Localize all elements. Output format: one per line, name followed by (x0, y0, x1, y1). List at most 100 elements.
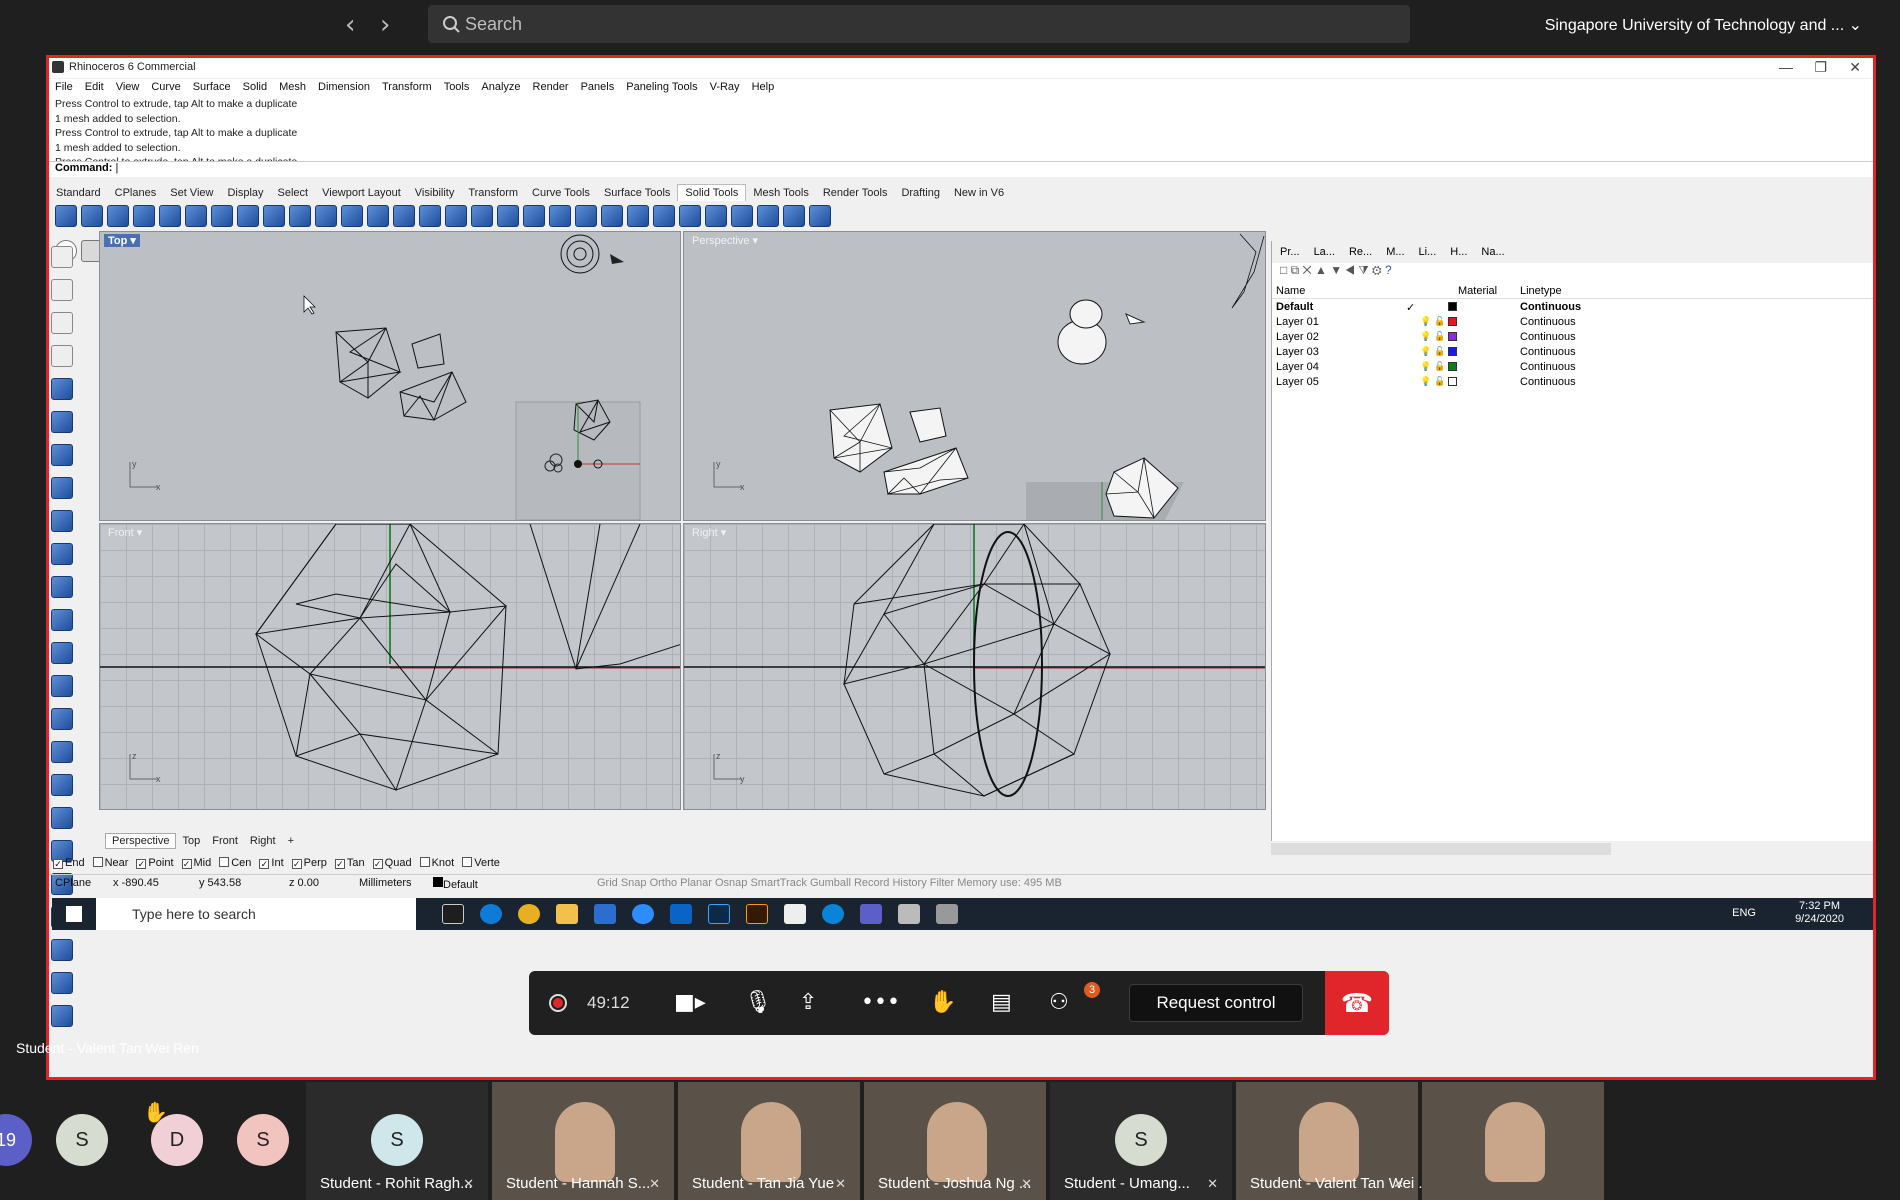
participant-tile[interactable]: Student - Joshua Ng ... ✕ (864, 1082, 1046, 1200)
left-tool-icon[interactable] (51, 972, 73, 994)
layer-row[interactable]: Layer 02 💡 🔓 Continuous (1272, 329, 1873, 344)
checkbox-icon[interactable] (219, 857, 230, 867)
menu-item[interactable]: Tools (444, 81, 470, 93)
checkbox-icon[interactable]: ✓ (334, 859, 345, 869)
solid-tool-icon[interactable] (497, 205, 519, 227)
viewport-tab[interactable]: Top (176, 834, 206, 848)
participant-tile[interactable]: Student - Hannah S... ✕ (492, 1082, 674, 1200)
solid-tool-icon[interactable] (393, 205, 415, 227)
outlook-icon[interactable] (670, 904, 692, 924)
status-layer[interactable]: Default (433, 877, 478, 891)
layer-color-swatch[interactable] (1448, 332, 1457, 341)
solid-tool-icon[interactable] (55, 205, 77, 227)
menu-item[interactable]: File (55, 81, 73, 93)
left-tool-icon[interactable] (51, 477, 73, 499)
left-tool-icon[interactable] (51, 444, 73, 466)
checkbox-icon[interactable]: ✓ (136, 859, 147, 869)
left-tool-icon[interactable] (51, 774, 73, 796)
org-switcher[interactable]: Singapore University of Technology and .… (1545, 15, 1862, 35)
left-tool-icon[interactable] (51, 378, 73, 400)
left-tool-icon[interactable] (51, 609, 73, 631)
left-tool-icon[interactable] (51, 642, 73, 664)
participant-count[interactable]: 19 (0, 1114, 32, 1166)
lightbulb-icon[interactable]: 💡 (1420, 346, 1431, 357)
toolbar-tab[interactable]: Viewport Layout (315, 185, 408, 201)
forward-arrow-icon[interactable]: › (380, 10, 390, 40)
delete-icon[interactable]: ✕ (1303, 263, 1312, 277)
toolbar-tab[interactable]: Solid Tools (677, 184, 747, 201)
participant-tile[interactable] (1422, 1082, 1604, 1200)
osnap-cen[interactable]: Cen (219, 857, 251, 869)
new-sublayer-icon[interactable]: ⧉ (1291, 263, 1300, 277)
left-tool-icon[interactable] (51, 939, 73, 961)
menu-item[interactable]: Edit (85, 81, 104, 93)
layer-row[interactable]: Layer 03 💡 🔓 Continuous (1272, 344, 1873, 359)
solid-tool-icon[interactable] (731, 205, 753, 227)
solid-tool-icon[interactable] (783, 205, 805, 227)
solid-tool-icon[interactable] (471, 205, 493, 227)
solid-tool-icon[interactable] (679, 205, 701, 227)
toolbar-tab[interactable]: Visibility (408, 185, 462, 201)
solid-tool-icon[interactable] (809, 205, 831, 227)
participant-avatar[interactable]: S (237, 1114, 289, 1166)
viewport-front[interactable]: zx Front ▾ (99, 523, 681, 810)
move-up-icon[interactable]: ▲ (1315, 263, 1327, 277)
panel-tab[interactable]: Na... (1481, 246, 1504, 258)
left-tool-icon[interactable] (51, 345, 73, 367)
solid-tool-icon[interactable] (289, 205, 311, 227)
tools-icon[interactable]: ⚙ (1372, 263, 1382, 277)
checkbox-icon[interactable]: ✓ (181, 859, 192, 869)
osnap-knot[interactable]: Knot (419, 857, 454, 869)
command-line[interactable]: Command: | (49, 161, 1873, 177)
lock-icon[interactable]: 🔓 (1434, 331, 1445, 342)
solid-tool-icon[interactable] (315, 205, 337, 227)
left-tool-icon[interactable] (51, 312, 73, 334)
layer-row[interactable]: Layer 05 💡 🔓 Continuous (1272, 374, 1873, 389)
teams-icon[interactable] (860, 904, 882, 924)
panel-tab[interactable]: Li... (1419, 246, 1437, 258)
lock-icon[interactable]: 🔓 (1434, 346, 1445, 357)
help-icon[interactable]: ? (1385, 263, 1392, 277)
add-viewport-icon[interactable]: + (282, 834, 300, 848)
toolbar-tab[interactable]: Select (271, 185, 316, 201)
move-down-icon[interactable]: ▼ (1330, 263, 1342, 277)
filter-icon[interactable]: ⧩ (1358, 263, 1368, 277)
menu-item[interactable]: Help (752, 81, 775, 93)
panel-scrollbar[interactable] (1271, 843, 1611, 855)
checkbox-icon[interactable]: ✓ (259, 859, 270, 869)
viewport-tab[interactable]: Front (206, 834, 244, 848)
back-arrow-icon[interactable]: ‹ (345, 10, 355, 40)
viewport-label-perspective[interactable]: Perspective ▾ (688, 234, 762, 247)
raise-hand-icon[interactable]: ✋ (929, 990, 956, 1015)
solid-tool-icon[interactable] (445, 205, 467, 227)
toolbar-tab[interactable]: Render Tools (816, 185, 895, 201)
solid-tool-icon[interactable] (159, 205, 181, 227)
checkbox-icon[interactable] (462, 857, 473, 867)
panel-tab[interactable]: Re... (1349, 246, 1372, 258)
viewport-tab[interactable]: Right (244, 834, 282, 848)
rhino-taskbar-icon[interactable] (898, 904, 920, 924)
lightbulb-icon[interactable]: 💡 (1420, 316, 1431, 327)
col-linetype[interactable]: Linetype (1520, 285, 1562, 297)
participant-tile[interactable]: S Student - Rohit Ragh... ✕ (306, 1082, 488, 1200)
edge-icon[interactable] (480, 904, 502, 924)
left-tool-icon[interactable] (51, 807, 73, 829)
request-control-button[interactable]: Request control (1129, 984, 1303, 1022)
lock-icon[interactable]: 🔓 (1434, 361, 1445, 372)
chat-icon[interactable]: ▤ (991, 990, 1012, 1015)
checkbox-icon[interactable]: ✓ (291, 859, 302, 869)
solid-tool-icon[interactable] (367, 205, 389, 227)
new-layer-icon[interactable]: □ (1280, 263, 1287, 277)
layer-color-swatch[interactable] (1448, 362, 1457, 371)
toolbar-tab[interactable]: CPlanes (108, 185, 164, 201)
osnap-int[interactable]: ✓ Int (259, 857, 284, 869)
cortana-icon[interactable] (822, 904, 844, 924)
panel-tab[interactable]: M... (1386, 246, 1404, 258)
solid-tool-icon[interactable] (601, 205, 623, 227)
more-icon[interactable]: ••• (861, 990, 900, 1015)
solid-tool-icon[interactable] (81, 205, 103, 227)
solid-tool-icon[interactable] (133, 205, 155, 227)
menu-item[interactable]: Curve (151, 81, 180, 93)
file-explorer-icon[interactable] (556, 904, 578, 924)
menu-item[interactable]: Solid (243, 81, 267, 93)
